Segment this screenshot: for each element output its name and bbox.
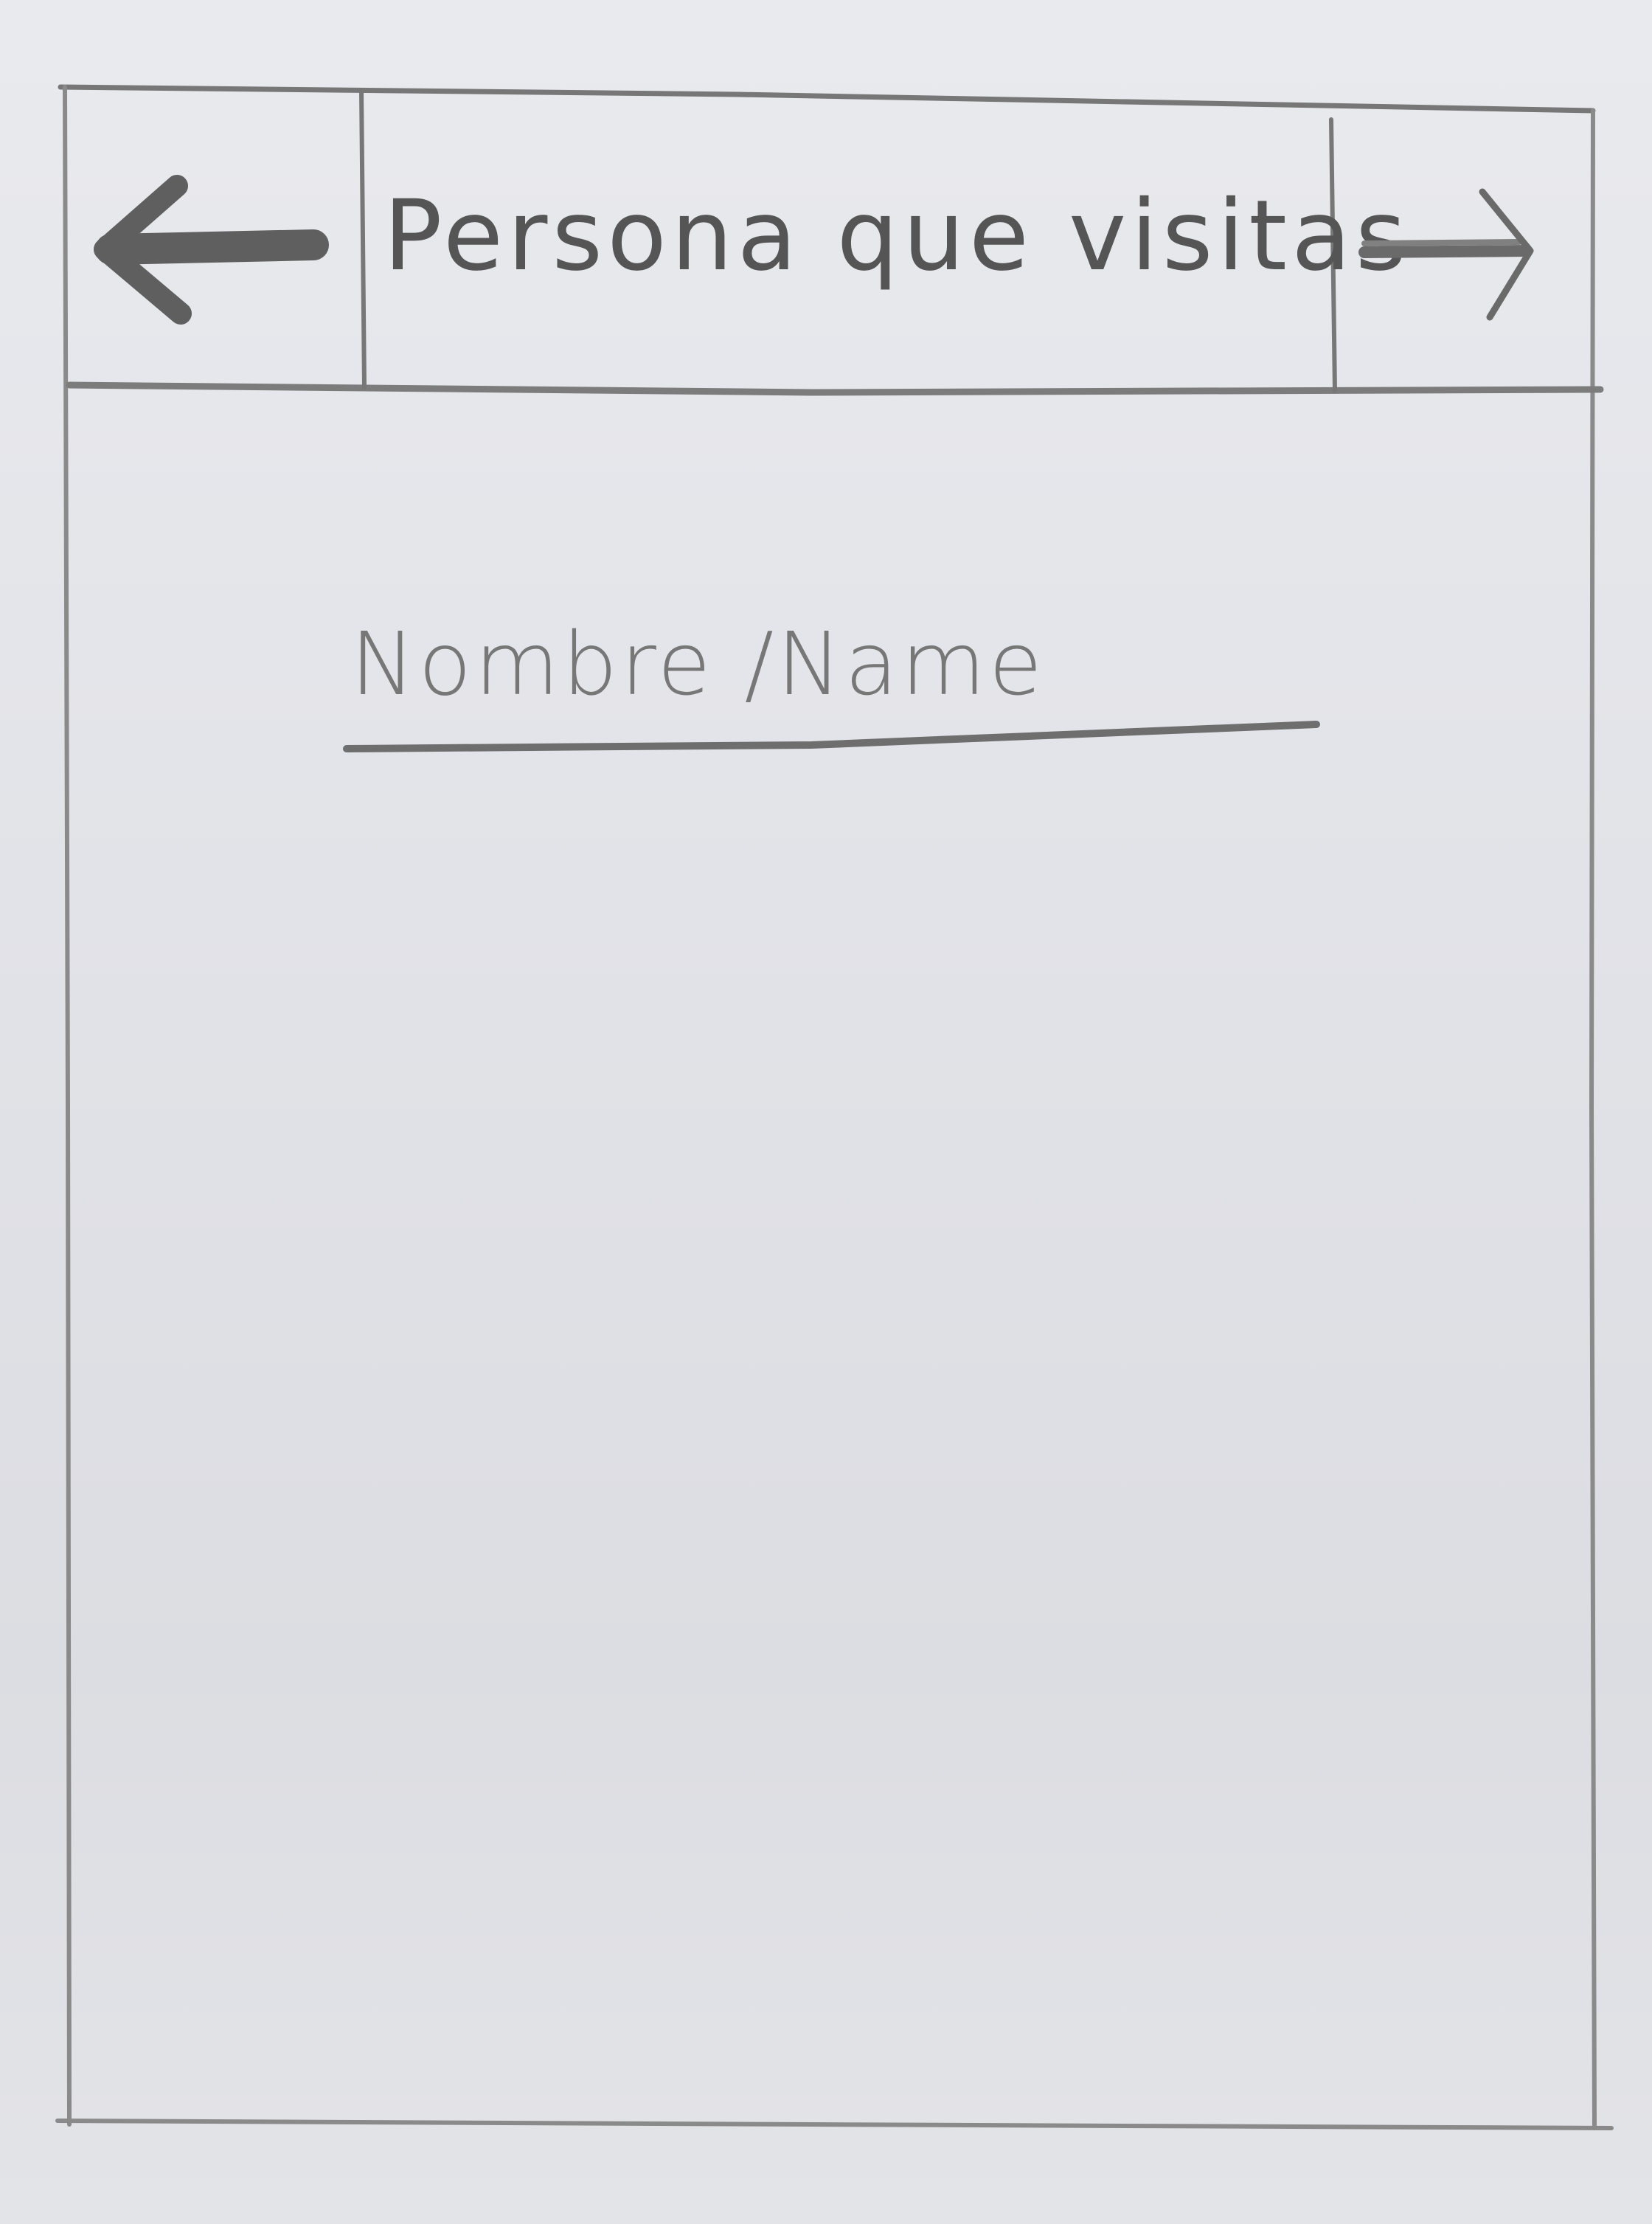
header-left-separator <box>359 88 367 389</box>
arrow-left-icon <box>94 175 329 325</box>
page-title: Persona que visitas <box>384 179 1411 293</box>
content-area <box>74 782 1586 2110</box>
frame-top-line <box>58 84 1596 114</box>
name-field-placeholder: Nombre /Name <box>350 613 1046 715</box>
back-button[interactable] <box>88 162 332 332</box>
next-button[interactable] <box>1350 170 1556 332</box>
arrow-right-icon <box>1358 188 1534 321</box>
frame-right-line <box>1589 108 1597 2130</box>
frame-bottom-line <box>55 2119 1614 2130</box>
frame-left-line <box>63 85 72 2127</box>
header-divider <box>66 381 1604 396</box>
